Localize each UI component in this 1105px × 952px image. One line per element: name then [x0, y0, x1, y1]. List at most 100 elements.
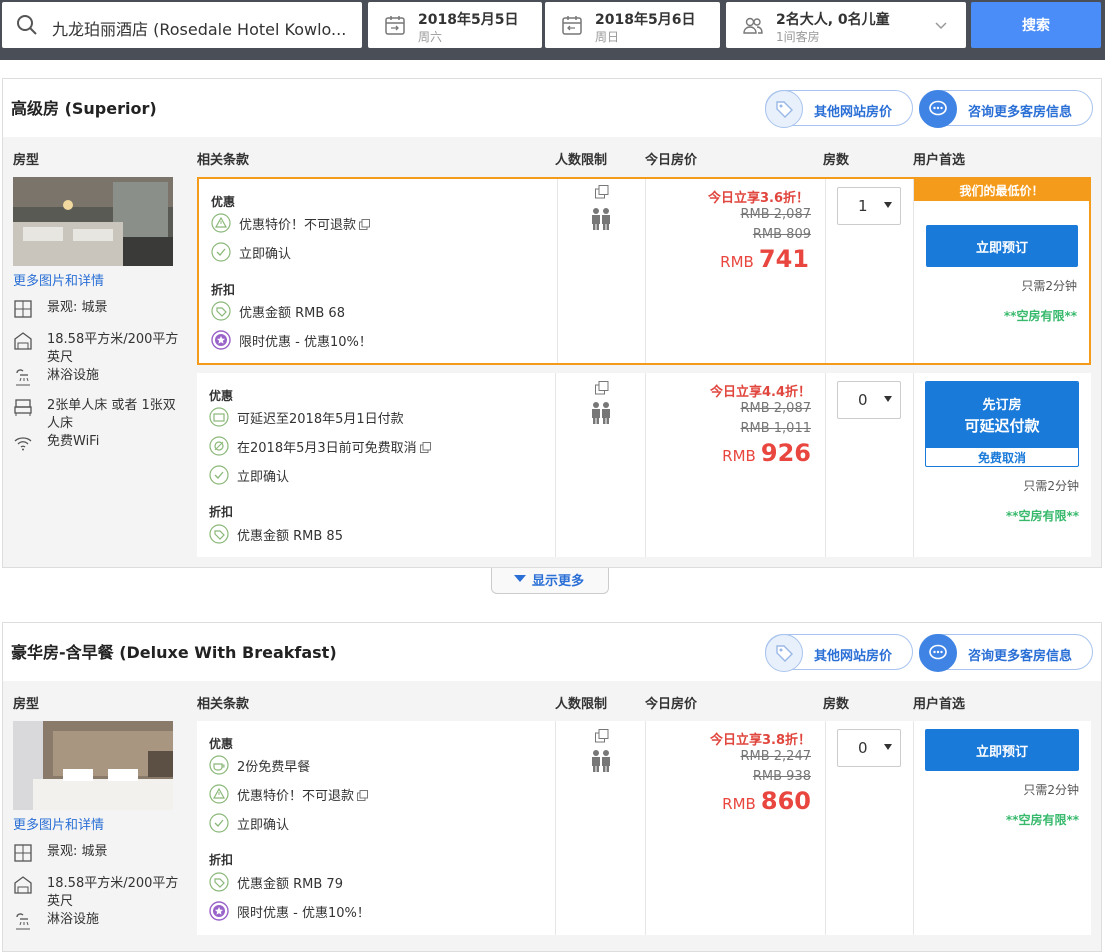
promo-heading: 优惠 — [209, 389, 234, 403]
other-sites-price-button[interactable]: 其他网站房价 — [765, 90, 913, 128]
current-price: RMB 860 — [722, 787, 811, 815]
feature-view: 景观: 城景 — [13, 299, 193, 319]
sale-text: 今日立享3.6折！ — [707, 191, 809, 206]
discount-heading: 折扣 — [211, 283, 236, 297]
chat-icon — [919, 90, 957, 128]
dropdown-caret-icon — [884, 202, 892, 208]
col-price: 今日房价 — [645, 153, 698, 168]
original-price: RMB 2,087 — [740, 207, 811, 222]
room-photo[interactable] — [13, 721, 173, 810]
best-price-banner: 我们的最低价！ — [914, 179, 1089, 201]
feature-view: 景观: 城景 — [13, 843, 193, 863]
col-price: 今日房价 — [645, 697, 698, 712]
more-details-link[interactable]: 更多图片和详情 — [13, 814, 104, 833]
current-price: RMB 926 — [722, 439, 811, 467]
promo-heading: 优惠 — [211, 195, 236, 209]
original-price: RMB 2,247 — [740, 749, 811, 764]
rooms-count: 1间客房 — [776, 30, 820, 44]
triangle-down-icon — [514, 575, 526, 582]
col-rooms: 房数 — [823, 153, 850, 168]
hotel-search-field[interactable]: 九龙珀丽酒店 (Rosedale Hotel Kowlo... — [2, 2, 362, 48]
external-link-icon[interactable] — [595, 381, 609, 395]
book-now-button[interactable]: 立即预订 — [925, 729, 1079, 771]
availability-note: **空房有限** — [1005, 509, 1079, 523]
room-quantity-select[interactable]: 0 — [837, 729, 901, 767]
area-icon — [14, 876, 32, 894]
external-link-icon[interactable] — [359, 219, 371, 230]
other-sites-price-button[interactable]: 其他网站房价 — [765, 634, 913, 672]
price-tag-icon — [765, 634, 803, 672]
external-link-icon[interactable] — [419, 442, 431, 453]
area-icon — [14, 332, 32, 350]
external-link-icon[interactable] — [595, 729, 609, 743]
col-capacity: 人数限制 — [555, 153, 608, 168]
chevron-down-icon[interactable] — [934, 18, 948, 32]
search-bar: 九龙珀丽酒店 (Rosedale Hotel Kowlo... 2018年5月5… — [0, 0, 1105, 60]
hotel-search-value[interactable]: 九龙珀丽酒店 (Rosedale Hotel Kowlo... — [52, 16, 352, 40]
two-people-icon — [592, 402, 610, 424]
external-link-icon[interactable] — [357, 790, 369, 801]
rate-option-1: 优惠 2份免费早餐 优惠特价！不可退款 立即确认 折扣 优惠金额 RMB 79 … — [197, 721, 1091, 935]
col-rooms: 房数 — [823, 697, 850, 712]
window-icon — [14, 300, 32, 318]
chat-icon — [919, 634, 957, 672]
check-circle-icon — [209, 813, 229, 833]
two-people-icon — [592, 208, 610, 230]
search-button[interactable]: 搜索 — [971, 2, 1101, 48]
tag-icon — [209, 524, 229, 544]
room-photo[interactable] — [13, 177, 173, 266]
room-title: 豪华房-含早餐 (Deluxe With Breakfast) — [11, 643, 337, 662]
guests-icon — [743, 17, 763, 34]
col-terms: 相关条款 — [197, 153, 250, 168]
checkout-day: 周日 — [595, 30, 620, 44]
tag-icon — [211, 301, 231, 321]
consult-room-info-button[interactable]: 咨询更多客房信息 — [919, 90, 1093, 128]
price-tag-icon — [765, 90, 803, 128]
room-quantity-select[interactable]: 1 — [837, 187, 901, 225]
room-card-superior: 高级房 (Superior) 其他网站房价 咨询更多客房信息 房型 相关条款 人… — [2, 78, 1102, 568]
cancel-icon — [209, 436, 229, 456]
col-room-type: 房型 — [13, 697, 40, 712]
sale-text: 今日立享3.8折！ — [709, 733, 811, 748]
calendar-checkin-icon — [385, 16, 405, 35]
check-circle-icon — [211, 242, 231, 262]
two-people-icon — [592, 750, 610, 772]
star-badge-icon — [209, 901, 229, 921]
external-link-icon[interactable] — [595, 185, 609, 199]
shower-icon — [16, 913, 30, 930]
col-capacity: 人数限制 — [555, 697, 608, 712]
more-details-link[interactable]: 更多图片和详情 — [13, 270, 104, 289]
time-note: 只需2分钟 — [1023, 783, 1079, 797]
feature-shower: 淋浴设施 — [13, 911, 193, 931]
original-price: RMB 2,087 — [740, 401, 811, 416]
time-note: 只需2分钟 — [1023, 479, 1079, 493]
col-preferred: 用户首选 — [913, 697, 966, 712]
wifi-icon — [14, 437, 32, 451]
room-quantity-select[interactable]: 0 — [837, 381, 901, 419]
bed-icon — [14, 399, 32, 416]
book-pay-later-button[interactable]: 先订房 可延迟付款 免费取消 — [925, 381, 1079, 467]
shower-icon — [16, 369, 30, 386]
wallet-icon — [209, 407, 229, 427]
warning-icon — [209, 784, 229, 804]
guests-field[interactable]: 2名大人, 0名儿童 1间客房 — [726, 2, 966, 48]
checkout-date: 2018年5月6日 — [595, 12, 696, 28]
guests-count: 2名大人, 0名儿童 — [776, 12, 890, 28]
feature-area: 18.58平方米/200平方英尺 — [13, 331, 193, 367]
consult-room-info-button[interactable]: 咨询更多客房信息 — [919, 634, 1093, 672]
dropdown-caret-icon — [884, 396, 892, 402]
availability-note: **空房有限** — [1003, 309, 1077, 323]
current-price: RMB 741 — [720, 245, 809, 273]
sale-text: 今日立享4.4折！ — [709, 385, 811, 400]
window-icon — [14, 844, 32, 862]
checkout-field[interactable]: 2018年5月6日 周日 — [545, 2, 720, 48]
check-circle-icon — [209, 465, 229, 485]
room-header: 豪华房-含早餐 (Deluxe With Breakfast) 其他网站房价 咨… — [3, 623, 1101, 681]
checkin-field[interactable]: 2018年5月5日 周六 — [368, 2, 542, 48]
calendar-checkout-icon — [562, 16, 582, 35]
show-more-button[interactable]: 显示更多 — [491, 568, 609, 594]
room-card-deluxe: 豪华房-含早餐 (Deluxe With Breakfast) 其他网站房价 咨… — [2, 622, 1102, 952]
member-price: RMB 1,011 — [740, 421, 811, 436]
discount-heading: 折扣 — [209, 505, 234, 519]
book-now-button[interactable]: 立即预订 — [926, 225, 1078, 267]
